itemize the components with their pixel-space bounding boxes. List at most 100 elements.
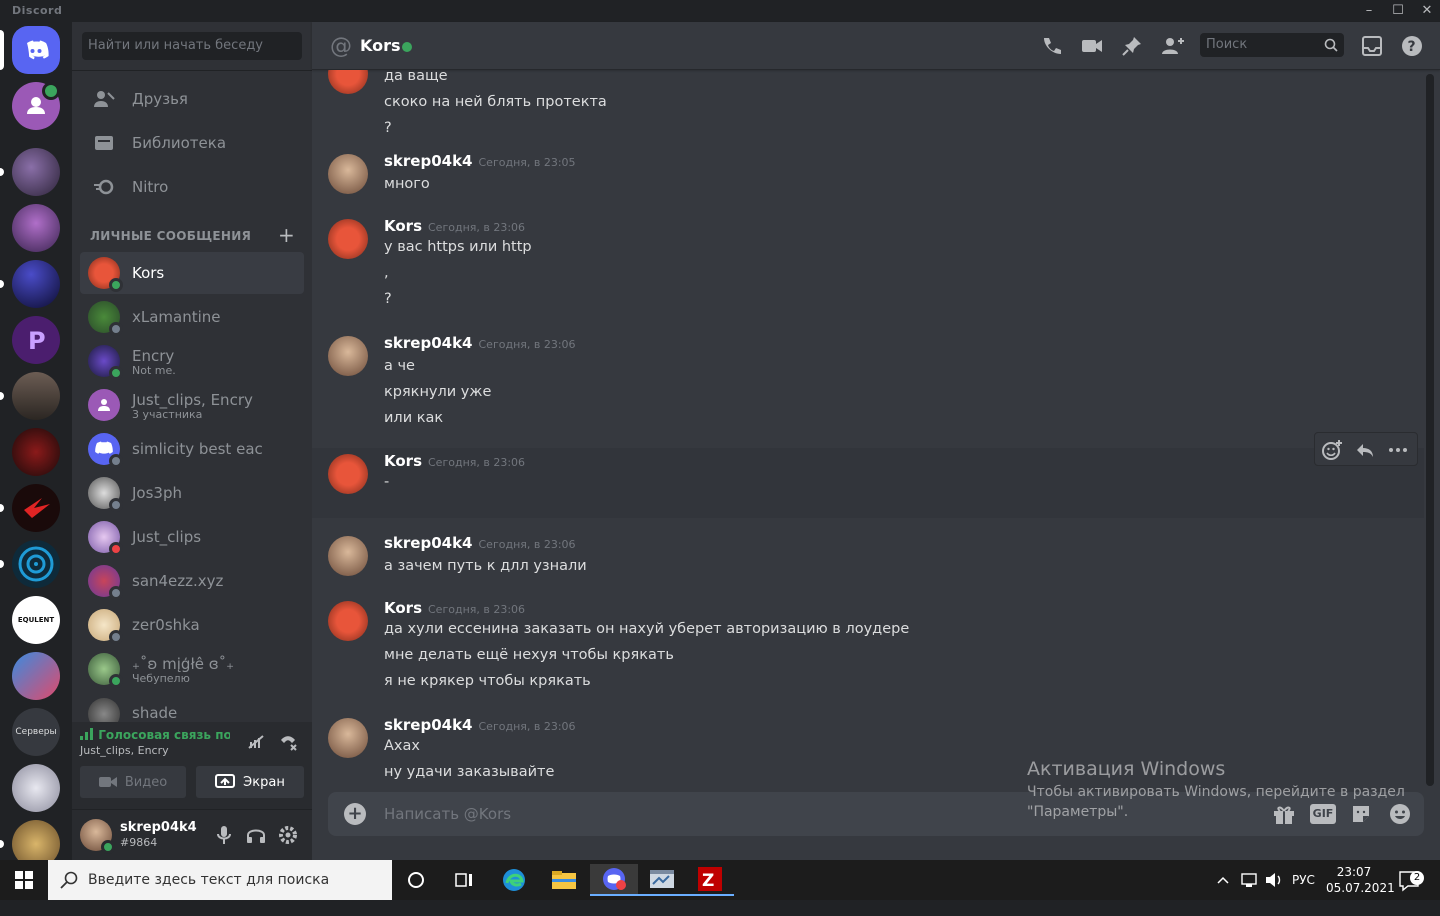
disconnect-call-icon[interactable] [278,732,298,756]
camera-icon [98,777,117,787]
unread-indicator [0,280,4,288]
add-friend-icon[interactable] [1160,34,1184,58]
headphones-icon[interactable] [246,825,266,849]
avatar[interactable] [328,454,368,494]
server-rust[interactable] [12,372,60,420]
task-view-icon[interactable] [440,864,488,896]
composer-placeholder: Написать @Kors [384,805,512,823]
video-button[interactable]: Видео [80,766,186,798]
dm-item[interactable]: shade [80,692,304,722]
message-text: много [384,176,430,192]
servers-folder[interactable]: Серверы [12,708,60,756]
close-button[interactable]: ✕ [1410,0,1440,22]
dm-item[interactable]: san4ezz.xyz [80,560,304,602]
voice-call-icon[interactable] [1040,34,1064,58]
inbox-icon[interactable] [1360,34,1384,58]
cortana-icon[interactable] [392,864,440,896]
language-indicator[interactable]: РУС [1292,860,1315,900]
avatar[interactable] [328,336,368,376]
message-group: Kors Сегодня, в 23:06 да хули ессенина за… [312,599,1424,701]
dm-item[interactable]: zer0shka [80,604,304,646]
avatar[interactable] [328,536,368,576]
message-author[interactable]: skrep04k4 Сегодня, в 23:06 [384,334,576,352]
microphone-icon[interactable] [216,825,232,849]
dm-search-input[interactable]: Найти или начать беседу [82,32,302,60]
letter-p-icon: P [28,327,46,355]
avatar[interactable] [328,718,368,758]
home-button[interactable] [12,26,60,74]
tray-chevron-icon[interactable] [1216,860,1230,900]
scrollbar-thumb[interactable] [1426,74,1434,786]
server-12[interactable] [12,764,60,812]
message-author[interactable]: Kors Сегодня, в 23:06 [384,599,525,617]
taskbar-search-input[interactable]: Введите здесь текст для поиска [48,860,392,900]
message-author[interactable]: Kors Сегодня, в 23:06 [384,217,525,235]
watermark-title: Активация Windows [1027,758,1226,780]
server-13[interactable] [12,820,60,860]
pin-icon[interactable] [1120,34,1144,58]
nav-nitro[interactable]: Nitro [80,166,304,208]
volume-icon[interactable] [1264,860,1284,900]
server-6[interactable] [12,428,60,476]
filezilla-icon[interactable]: Z [686,864,734,896]
network-icon[interactable] [1240,860,1260,900]
settings-gear-icon[interactable] [278,825,298,849]
server-2[interactable] [12,204,60,252]
dm-item[interactable]: Kors [80,252,304,294]
dm-item[interactable]: Jos3ph [80,472,304,514]
status-online [109,366,123,380]
help-icon[interactable]: ? [1400,34,1424,58]
server-equlent[interactable]: EQULENT [12,596,60,644]
message-list: да ваще скоко на ней блять протекта ? sk… [312,70,1440,782]
server-10[interactable] [12,652,60,700]
discord-taskbar-icon[interactable] [590,864,638,896]
divider [72,70,312,71]
scrollbar-track[interactable] [1426,74,1434,786]
avatar [88,301,123,336]
dm-item[interactable]: simlicity best eac [80,428,304,470]
screen-share-button[interactable]: Экран [196,766,304,798]
dm-name: Encry [132,346,175,365]
reply-icon[interactable] [1355,440,1375,464]
video-call-icon[interactable] [1080,34,1104,58]
file-explorer-icon[interactable] [540,864,588,896]
upload-plus-button[interactable]: + [344,803,366,825]
message-author[interactable]: skrep04k4 Сегодня, в 23:05 [384,152,576,170]
windows-start-icon[interactable] [0,864,48,896]
more-options-icon[interactable] [1387,440,1409,464]
server-8[interactable] [12,540,60,588]
message-text: да хули ессенина заказать он нахуй убере… [384,621,910,637]
message-timestamp: Сегодня, в 23:06 [428,603,526,616]
edge-browser-icon[interactable] [490,864,538,896]
clock-date: 05.07.2021 [1326,881,1395,895]
user-avatar[interactable] [80,819,115,854]
nav-library[interactable]: Библиотека [80,122,304,164]
app-window-icon[interactable] [638,864,686,896]
noise-suppression-icon[interactable] [246,732,266,756]
dm-name: Jos3ph [132,484,182,502]
message-author[interactable]: skrep04k4 Сегодня, в 23:06 [384,716,576,734]
message-author[interactable]: skrep04k4 Сегодня, в 23:06 [384,534,576,552]
dm-item[interactable]: Just_clips [80,516,304,558]
avatar [88,257,123,292]
unread-indicator [0,392,4,400]
clock[interactable]: 23:07 05.07.2021 [1326,860,1395,900]
nav-friends[interactable]: Друзья [80,78,304,120]
server-1[interactable] [12,148,60,196]
dm-item[interactable]: Encry Not me. [80,340,304,382]
avatar[interactable] [328,219,368,259]
dm-item[interactable]: Just_clips, Encry 3 участника [80,384,304,426]
author-name: skrep04k4 [384,152,473,170]
add-reaction-icon[interactable] [1321,439,1343,465]
message-author[interactable]: Kors Сегодня, в 23:06 [384,452,525,470]
avatar[interactable] [328,154,368,194]
dm-item[interactable]: xLamantine [80,296,304,338]
server-4[interactable]: P [12,316,60,364]
chat-search-input[interactable]: Поиск [1200,33,1344,57]
server-3[interactable] [12,260,60,308]
server-7[interactable] [12,484,60,532]
avatar[interactable] [328,601,368,641]
notification-center-icon[interactable]: 2 [1398,860,1424,900]
create-dm-button[interactable]: + [278,223,295,247]
dm-item[interactable]: ₊˚ʚ mįģłê ɞ˚₊ Чебупелю [80,648,304,690]
